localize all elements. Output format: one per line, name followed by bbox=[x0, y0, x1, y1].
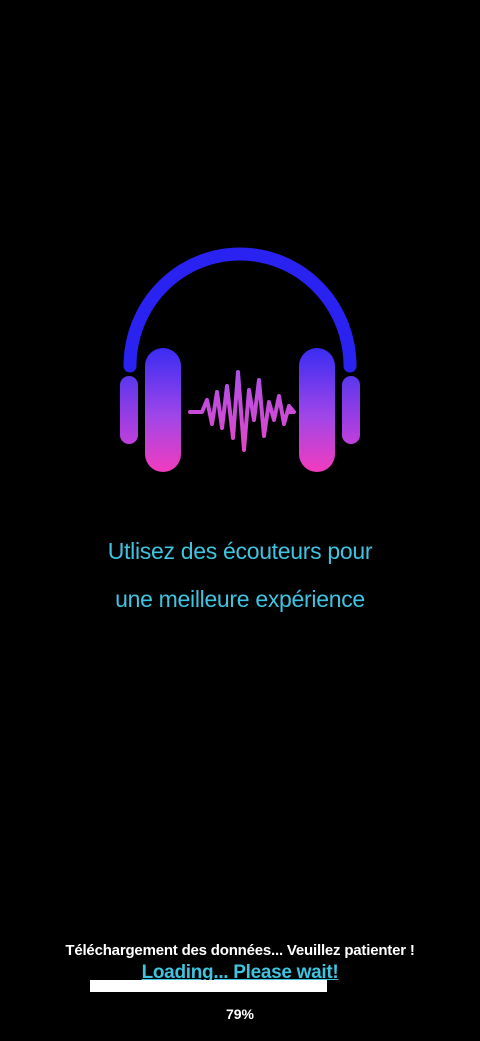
loading-percent: 79% bbox=[225, 1006, 255, 1022]
headphones-logo-icon bbox=[110, 240, 370, 480]
headphones-tagline-line-2: une meilleure expérience bbox=[115, 586, 365, 612]
headphones-tagline-line-1: Utlisez des écouteurs pour bbox=[107, 538, 373, 564]
loading-status-french: Téléchargement des données... Veuillez p… bbox=[65, 942, 415, 959]
loading-progress-fill bbox=[90, 980, 327, 992]
loading-progress-bar bbox=[90, 980, 390, 992]
